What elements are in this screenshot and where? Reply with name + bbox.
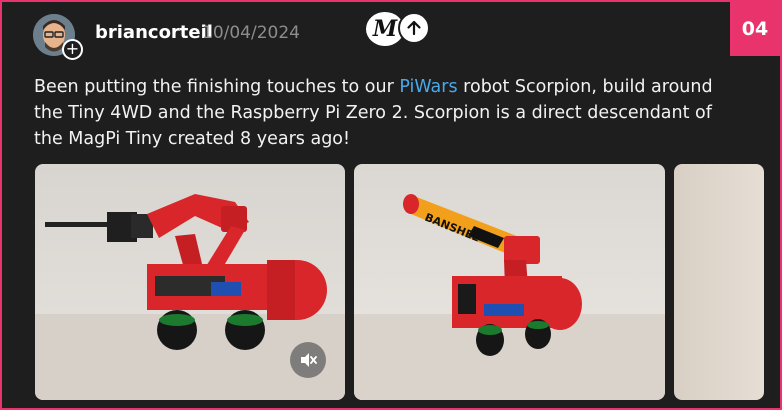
post-body: Been putting the finishing touches to ou…: [34, 74, 734, 152]
media-item-2[interactable]: BANSHEE: [354, 164, 665, 400]
number-badge-text: 04: [741, 18, 769, 40]
media-item-3[interactable]: [674, 164, 764, 400]
post-text-start: Been putting the finishing touches to ou…: [34, 77, 400, 97]
piwars-link[interactable]: PiWars: [399, 77, 457, 97]
post-card: 04 + briancorteil 10/04/2024 M Been putt…: [0, 0, 782, 410]
post-date: 10/04/2024: [202, 23, 300, 43]
mute-button[interactable]: [290, 342, 326, 378]
arrow-up-icon: [407, 20, 421, 36]
number-badge: 04: [730, 2, 780, 56]
author-name[interactable]: briancorteil: [95, 22, 213, 43]
app-logo-letter: M: [372, 16, 398, 42]
plus-icon: +: [65, 39, 80, 58]
robot-cannon-photo: BANSHEE: [354, 194, 665, 400]
boost-button[interactable]: [398, 12, 430, 44]
follow-button[interactable]: +: [62, 39, 83, 60]
mute-icon: [301, 353, 317, 367]
